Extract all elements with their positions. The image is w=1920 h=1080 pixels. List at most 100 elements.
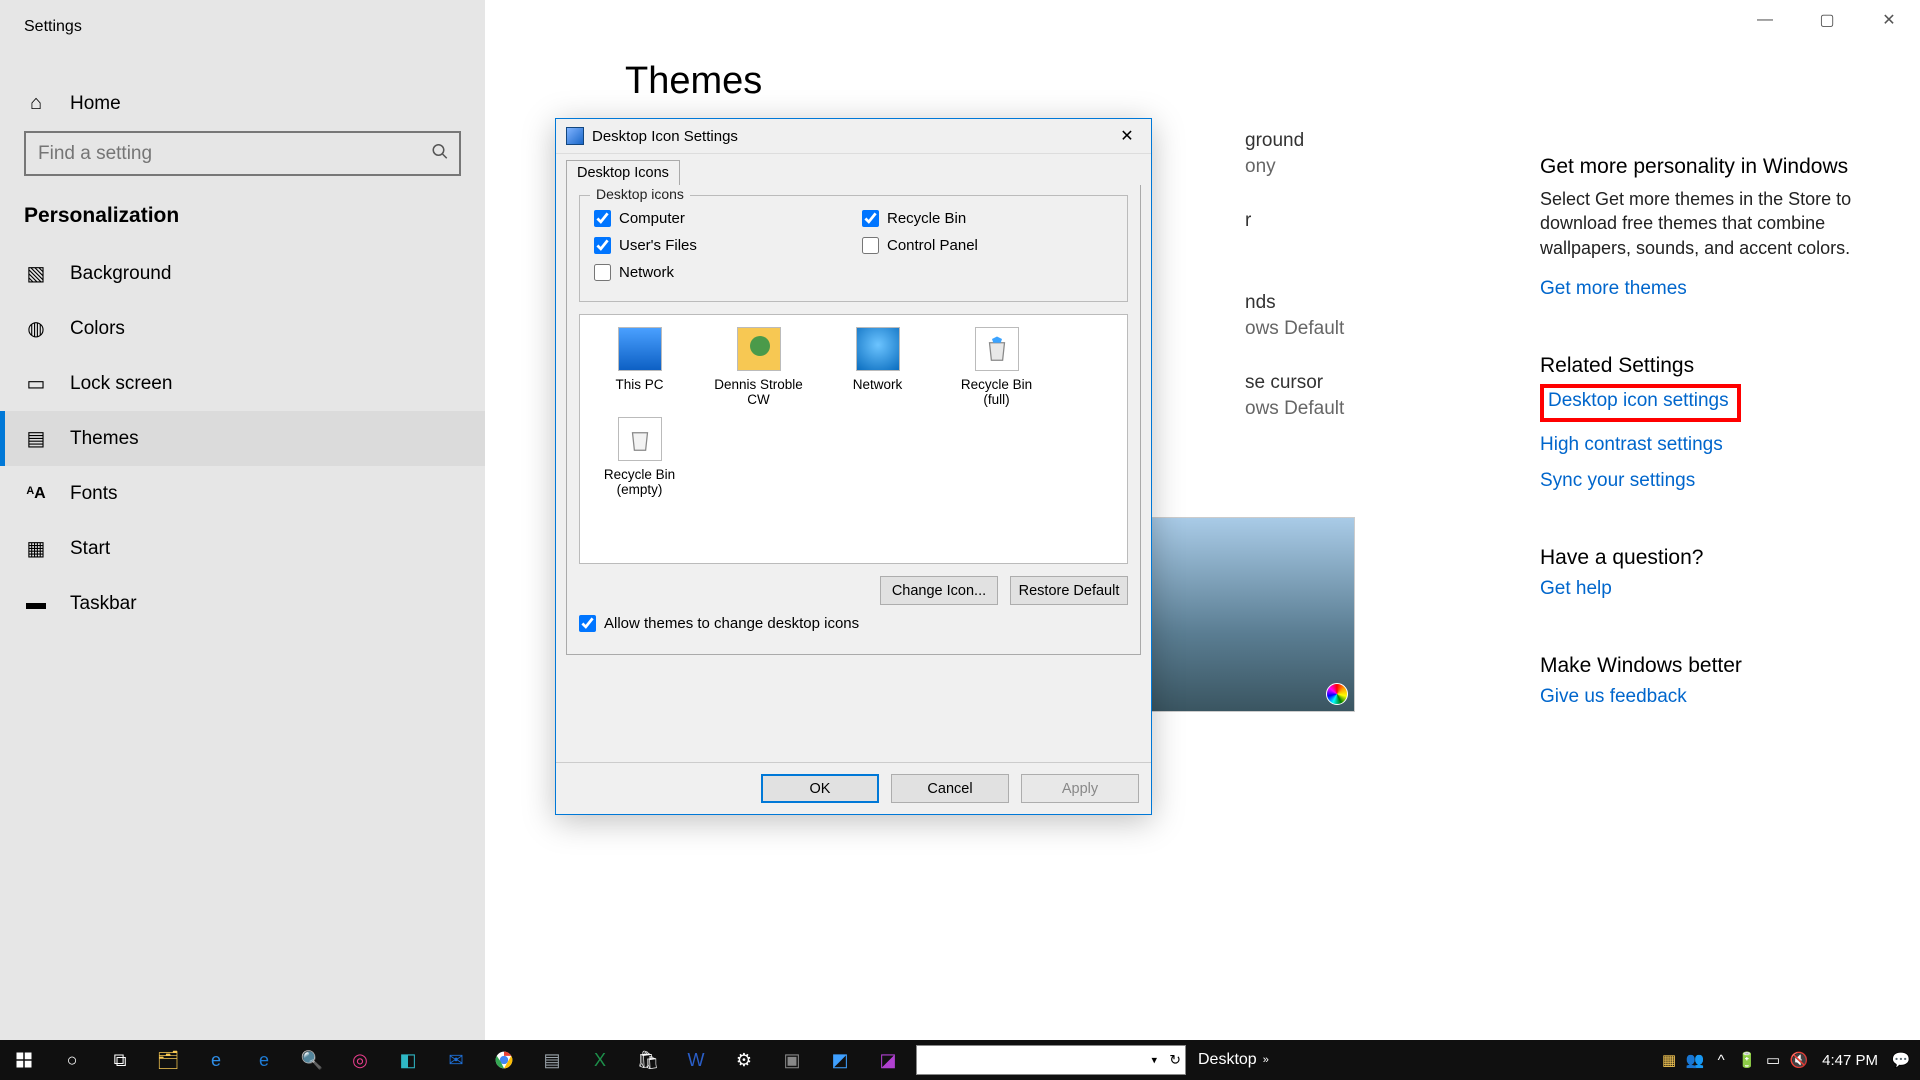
- nav-label: Themes: [70, 428, 139, 450]
- section-label: Personalization: [0, 204, 485, 228]
- nav-label: Background: [70, 263, 171, 285]
- start-button[interactable]: [0, 1040, 48, 1080]
- cursor-setting-title: se cursor: [1245, 372, 1323, 394]
- app-icon[interactable]: ▣: [768, 1040, 816, 1080]
- ok-button[interactable]: OK: [761, 774, 879, 803]
- people-icon[interactable]: 👥: [1682, 1051, 1708, 1069]
- app-icon[interactable]: ◪: [864, 1040, 912, 1080]
- taskbar-address-bar[interactable]: ▾ ↻: [916, 1045, 1186, 1075]
- dialog-icon: [566, 127, 584, 145]
- ie-icon[interactable]: e: [240, 1040, 288, 1080]
- allow-themes-checkbox[interactable]: Allow themes to change desktop icons: [579, 615, 1128, 632]
- action-center-icon[interactable]: 💬: [1888, 1051, 1914, 1069]
- nav-label: Lock screen: [70, 373, 172, 395]
- network-icon[interactable]: ▭: [1760, 1051, 1786, 1069]
- related-settings-heading: Related Settings: [1540, 354, 1860, 378]
- restore-default-button[interactable]: Restore Default: [1010, 576, 1128, 605]
- desktop-toolbar-label[interactable]: Desktop: [1198, 1051, 1257, 1069]
- app-icon[interactable]: ◎: [336, 1040, 384, 1080]
- change-icon-button[interactable]: Change Icon...: [880, 576, 998, 605]
- color-setting-title: r: [1245, 210, 1251, 232]
- make-windows-better-heading: Make Windows better: [1540, 654, 1860, 678]
- right-rail: Get more personality in Windows Select G…: [1540, 155, 1860, 722]
- start-icon: ▦: [24, 537, 48, 561]
- nav-home-label: Home: [70, 93, 121, 115]
- app-icon[interactable]: ▤: [528, 1040, 576, 1080]
- tray-overflow-icon[interactable]: ^: [1708, 1052, 1734, 1069]
- cortana-icon[interactable]: ○: [48, 1040, 96, 1080]
- outlook-icon[interactable]: ✉: [432, 1040, 480, 1080]
- task-view-icon[interactable]: ⧉: [96, 1040, 144, 1080]
- sounds-setting-title: nds: [1245, 292, 1276, 314]
- dropdown-icon[interactable]: ▾: [1151, 1054, 1157, 1067]
- cancel-button[interactable]: Cancel: [891, 774, 1009, 803]
- nav-themes[interactable]: ▤ Themes: [0, 411, 485, 466]
- nav-label: Colors: [70, 318, 125, 340]
- themes-icon: ▤: [24, 427, 48, 451]
- settings-taskbar-icon[interactable]: ⚙: [720, 1040, 768, 1080]
- search-everything-icon[interactable]: 🔍: [288, 1040, 336, 1080]
- check-users-files[interactable]: User's Files: [594, 237, 814, 254]
- dialog-title: Desktop Icon Settings: [592, 128, 738, 145]
- settings-sidebar: Settings ⌂ Home Personalization ▧ Backgr…: [0, 0, 485, 1040]
- desktop-icons-group-label: Desktop icons: [590, 186, 690, 202]
- desktop-icon-settings-link[interactable]: Desktop icon settings: [1548, 390, 1729, 412]
- file-explorer-icon[interactable]: 🗂: [144, 1040, 192, 1080]
- check-recycle-bin[interactable]: Recycle Bin: [862, 210, 1082, 227]
- tray-app-icon[interactable]: ▦: [1656, 1051, 1682, 1069]
- high-contrast-settings-link[interactable]: High contrast settings: [1540, 434, 1860, 456]
- background-setting-value: ony: [1245, 156, 1276, 178]
- clock[interactable]: 4:47 PM: [1822, 1052, 1878, 1069]
- palette-icon: ◍: [24, 317, 48, 341]
- nav-label: Taskbar: [70, 593, 137, 615]
- chrome-icon[interactable]: [480, 1040, 528, 1080]
- chevron-icon[interactable]: »: [1263, 1054, 1269, 1066]
- taskbar-icon: ▬: [24, 592, 48, 616]
- have-question-heading: Have a question?: [1540, 546, 1860, 570]
- taskbar[interactable]: ○ ⧉ 🗂 e e 🔍 ◎ ◧ ✉ ▤ X 🛍 W ⚙ ▣ ◩ ◪ ▾ ↻ De…: [0, 1040, 1920, 1080]
- icon-this-pc[interactable]: This PC: [592, 327, 687, 407]
- volume-icon[interactable]: 🔇: [1786, 1051, 1812, 1069]
- app-icon[interactable]: ◧: [384, 1040, 432, 1080]
- search-input[interactable]: [24, 131, 461, 176]
- check-computer[interactable]: Computer: [594, 210, 814, 227]
- check-control-panel[interactable]: Control Panel: [862, 237, 1082, 254]
- sync-settings-link[interactable]: Sync your settings: [1540, 470, 1860, 492]
- battery-icon[interactable]: 🔋: [1734, 1051, 1760, 1069]
- nav-home[interactable]: ⌂ Home: [0, 76, 485, 131]
- store-icon[interactable]: 🛍: [624, 1040, 672, 1080]
- nav-taskbar[interactable]: ▬ Taskbar: [0, 576, 485, 631]
- tab-desktop-icons[interactable]: Desktop Icons: [566, 160, 680, 185]
- get-help-link[interactable]: Get help: [1540, 578, 1860, 600]
- home-icon: ⌂: [24, 92, 48, 116]
- word-icon[interactable]: W: [672, 1040, 720, 1080]
- apply-button[interactable]: Apply: [1021, 774, 1139, 803]
- fonts-icon: ᴬA: [24, 482, 48, 506]
- icon-user-files[interactable]: Dennis Stroble CW: [711, 327, 806, 407]
- icon-recycle-empty[interactable]: Recycle Bin (empty): [592, 417, 687, 497]
- icon-recycle-full[interactable]: Recycle Bin (full): [949, 327, 1044, 407]
- nav-start[interactable]: ▦ Start: [0, 521, 485, 576]
- edge-icon[interactable]: e: [192, 1040, 240, 1080]
- get-more-themes-link[interactable]: Get more themes: [1540, 278, 1860, 300]
- nav-colors[interactable]: ◍ Colors: [0, 301, 485, 356]
- icon-network[interactable]: Network: [830, 327, 925, 407]
- dialog-close-button[interactable]: ✕: [1103, 119, 1151, 154]
- page-title: Themes: [625, 60, 1920, 103]
- give-feedback-link[interactable]: Give us feedback: [1540, 686, 1860, 708]
- rail-more-body: Select Get more themes in the Store to d…: [1540, 187, 1860, 260]
- background-setting-title: ground: [1245, 130, 1304, 152]
- refresh-icon[interactable]: ↻: [1169, 1052, 1181, 1069]
- check-network[interactable]: Network: [594, 264, 814, 281]
- app-icon[interactable]: ◩: [816, 1040, 864, 1080]
- nav-fonts[interactable]: ᴬA Fonts: [0, 466, 485, 521]
- theme-tile[interactable]: [1125, 517, 1355, 712]
- nav-label: Fonts: [70, 483, 118, 505]
- nav-lock-screen[interactable]: ▭ Lock screen: [0, 356, 485, 411]
- multi-wallpaper-badge: [1326, 683, 1348, 705]
- nav-background[interactable]: ▧ Background: [0, 246, 485, 301]
- icon-preview-list[interactable]: This PC Dennis Stroble CW Network Recycl…: [579, 314, 1128, 564]
- nav-label: Start: [70, 538, 110, 560]
- excel-icon[interactable]: X: [576, 1040, 624, 1080]
- rail-more-heading: Get more personality in Windows: [1540, 155, 1860, 179]
